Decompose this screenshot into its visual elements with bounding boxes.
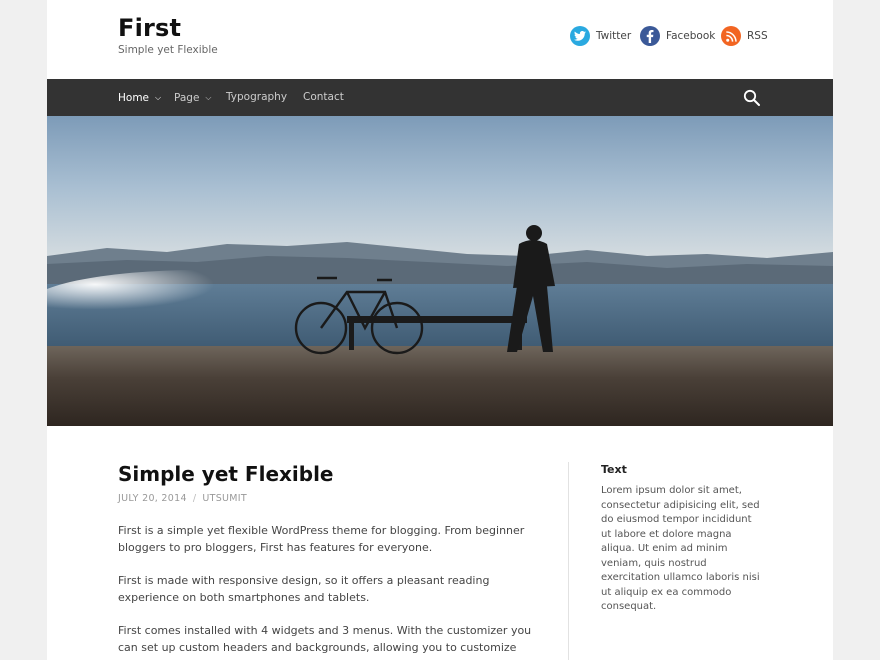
nav-label: Home <box>118 92 150 104</box>
header-image <box>47 116 833 426</box>
rss-link[interactable]: RSS <box>721 26 768 46</box>
post-paragraph: First comes installed with 4 widgets and… <box>118 624 532 660</box>
nav-item-home[interactable]: Home ⌵ <box>118 79 161 116</box>
content-divider <box>568 462 569 660</box>
post-author[interactable]: UTSUMIT <box>202 493 247 504</box>
rss-label: RSS <box>747 30 768 42</box>
search-icon[interactable] <box>743 89 761 107</box>
nav-item-page[interactable]: Page ⌵ <box>174 79 212 116</box>
post-paragraph: First is a simple yet flexible WordPress… <box>118 524 525 554</box>
main-navigation: Home ⌵ Page ⌵ Typography Contact <box>47 79 833 116</box>
nav-label: Typography <box>226 91 288 103</box>
chevron-down-icon: ⌵ <box>155 93 162 102</box>
nav-label: Contact <box>303 91 344 103</box>
post-meta: JULY 20, 2014 / UTSUMIT <box>118 493 247 504</box>
site-title[interactable]: First <box>118 14 181 42</box>
widget-title: Text <box>601 463 627 476</box>
nav-label: Page <box>174 92 200 104</box>
facebook-label: Facebook <box>666 30 716 42</box>
site-tagline: Simple yet Flexible <box>118 44 218 56</box>
twitter-label: Twitter <box>596 30 632 42</box>
nav-item-contact[interactable]: Contact <box>303 79 344 116</box>
facebook-icon <box>640 26 660 46</box>
post-paragraph: First is made with responsive design, so… <box>118 574 490 604</box>
twitter-icon <box>570 26 590 46</box>
meta-separator: / <box>192 493 197 504</box>
facebook-link[interactable]: Facebook <box>640 26 715 46</box>
post-date[interactable]: JULY 20, 2014 <box>118 493 187 504</box>
widget-text: Lorem ipsum dolor sit amet, consectetur … <box>601 485 760 612</box>
nav-item-typography[interactable]: Typography <box>226 79 287 116</box>
page-container: First Simple yet Flexible Twitter Facebo… <box>47 0 833 660</box>
chevron-down-icon: ⌵ <box>205 93 212 102</box>
rss-icon <box>721 26 741 46</box>
post-title[interactable]: Simple yet Flexible <box>118 462 334 486</box>
twitter-link[interactable]: Twitter <box>570 26 631 46</box>
